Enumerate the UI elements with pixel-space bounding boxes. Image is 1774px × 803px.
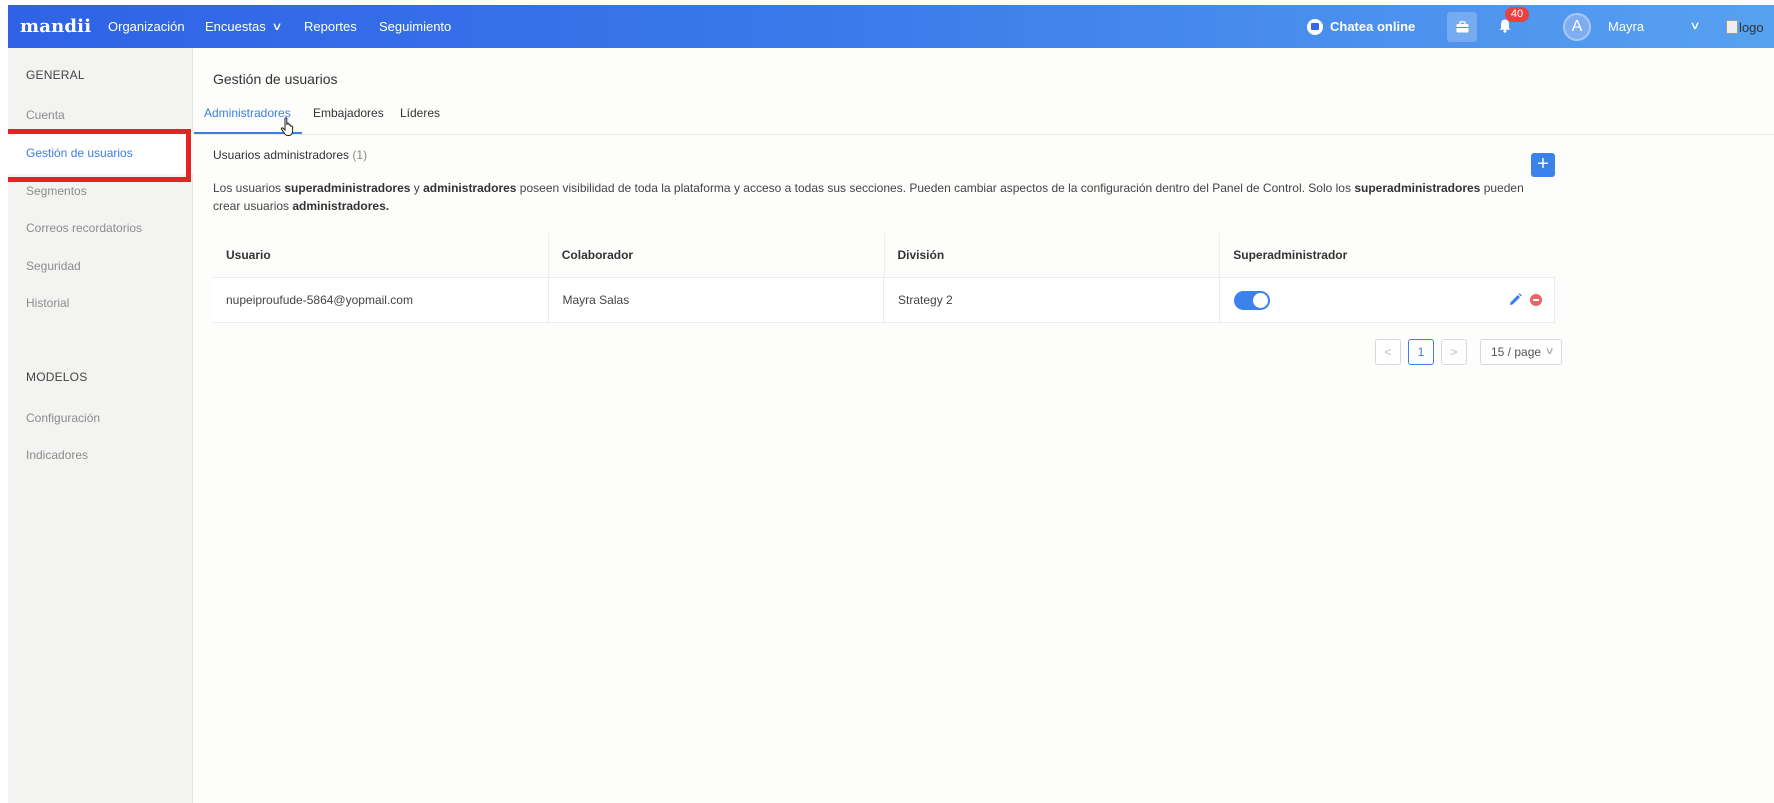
table-header: Usuario Colaborador División Superadmini… xyxy=(212,233,1555,278)
highlight-annotation-box xyxy=(8,129,191,182)
user-name[interactable]: Mayra xyxy=(1608,5,1644,48)
chat-label: Chatea online xyxy=(1330,19,1416,34)
desc-text: Los usuarios xyxy=(213,181,285,195)
nav-seguimiento[interactable]: Seguimiento xyxy=(379,5,451,48)
nav-label: Organización xyxy=(108,19,185,34)
add-administrator-button[interactable]: + xyxy=(1531,153,1555,177)
nav-encuestas[interactable]: Encuestas ∨ xyxy=(205,5,283,48)
desc-bold: administradores xyxy=(423,181,517,195)
briefcase-button[interactable] xyxy=(1447,12,1477,42)
section-count: (1) xyxy=(352,148,368,162)
section-title: Usuarios administradores (1) xyxy=(213,148,367,162)
column-header-division: División xyxy=(883,233,1220,278)
chevron-down-icon: ∨ xyxy=(271,21,283,33)
app-frame: mandii Organización Encuestas ∨ Reportes … xyxy=(8,5,1774,803)
logo-alt-text: logo xyxy=(1739,19,1764,35)
cell-division: Strategy 2 xyxy=(883,278,1219,322)
chevron-down-icon[interactable]: ∨ xyxy=(1689,5,1700,48)
company-logo-image: logo xyxy=(1726,17,1764,37)
mandii-logo[interactable]: mandii xyxy=(20,16,91,37)
sidebar-item-historial[interactable]: Historial xyxy=(26,296,69,310)
superadmin-toggle[interactable] xyxy=(1233,291,1270,310)
chevron-right-icon: > xyxy=(1450,345,1458,359)
mouse-pointer-icon xyxy=(280,117,294,136)
desc-text: y xyxy=(410,181,424,195)
chevron-left-icon: < xyxy=(1384,345,1392,359)
sidebar-item-indicadores[interactable]: Indicadores xyxy=(26,448,88,462)
sidebar-item-segmentos[interactable]: Segmentos xyxy=(26,184,87,198)
sidebar-heading-modelos: MODELOS xyxy=(26,370,88,384)
page-size-value: 15 / page xyxy=(1491,345,1542,359)
chat-icon xyxy=(1307,18,1323,35)
nav-organizacion[interactable]: Organización xyxy=(108,5,185,48)
nav-reportes[interactable]: Reportes xyxy=(304,5,357,48)
toggle-knob xyxy=(1252,293,1268,308)
sidebar-heading-general: GENERAL xyxy=(26,68,85,82)
desc-bold: superadministradores xyxy=(284,181,411,195)
main-content: Gestión de usuarios Administradores Emba… xyxy=(194,48,1774,803)
nav-label: Encuestas xyxy=(205,19,266,34)
cell-colaborador: Mayra Salas xyxy=(547,278,884,322)
desc-bold: administradores. xyxy=(292,199,390,213)
remove-icon[interactable] xyxy=(1529,294,1542,306)
column-header-superadministrador: Superadministrador xyxy=(1219,233,1555,278)
tab-administradores[interactable]: Administradores xyxy=(204,106,291,120)
user-type-tabs: Administradores Embajadores Líderes xyxy=(194,100,1774,135)
notification-count-badge: 40 xyxy=(1505,7,1529,22)
sidebar-item-configuracion[interactable]: Configuración xyxy=(26,411,100,425)
avatar[interactable]: A xyxy=(1563,13,1591,41)
top-navigation-bar: mandii Organización Encuestas ∨ Reportes … xyxy=(8,5,1774,48)
sidebar-item-cuenta[interactable]: Cuenta xyxy=(26,108,65,122)
sidebar-item-seguridad[interactable]: Seguridad xyxy=(26,259,81,273)
nav-label: Seguimiento xyxy=(379,19,452,34)
previous-page-button[interactable]: < xyxy=(1375,339,1401,365)
cell-superadministrador xyxy=(1218,278,1555,322)
chevron-down-icon: ∨ xyxy=(1544,346,1555,357)
tab-lideres[interactable]: Líderes xyxy=(400,106,440,120)
column-header-colaborador: Colaborador xyxy=(547,233,884,278)
desc-bold: superadministradores xyxy=(1354,181,1481,195)
pencil-icon[interactable] xyxy=(1509,293,1522,306)
table-row: nupeiproufude-5864@yopmail.com Mayra Sal… xyxy=(212,278,1555,323)
page-title: Gestión de usuarios xyxy=(213,71,338,87)
page-button-current[interactable]: 1 xyxy=(1408,339,1434,365)
section-title-text: Usuarios administradores xyxy=(213,148,350,162)
briefcase-icon xyxy=(1456,21,1468,33)
chat-online-button[interactable]: Chatea online xyxy=(1307,5,1415,48)
section-description: Los usuarios superadministradores y admi… xyxy=(213,179,1533,215)
tab-embajadores[interactable]: Embajadores xyxy=(313,106,384,120)
administrators-table: Usuario Colaborador División Superadmini… xyxy=(212,233,1555,323)
page-size-select[interactable]: 15 / page ∨ xyxy=(1480,339,1562,365)
cell-usuario: nupeiproufude-5864@yopmail.com xyxy=(226,293,413,307)
next-page-button[interactable]: > xyxy=(1441,339,1467,365)
broken-image-icon xyxy=(1726,20,1738,34)
nav-label: Reportes xyxy=(304,19,357,34)
column-header-usuario: Usuario xyxy=(226,248,271,262)
sidebar-item-correos-recordatorios[interactable]: Correos recordatorios xyxy=(26,221,142,235)
desc-text: poseen visibilidad de toda la plataforma… xyxy=(516,181,1355,195)
plus-icon: + xyxy=(1537,153,1549,175)
